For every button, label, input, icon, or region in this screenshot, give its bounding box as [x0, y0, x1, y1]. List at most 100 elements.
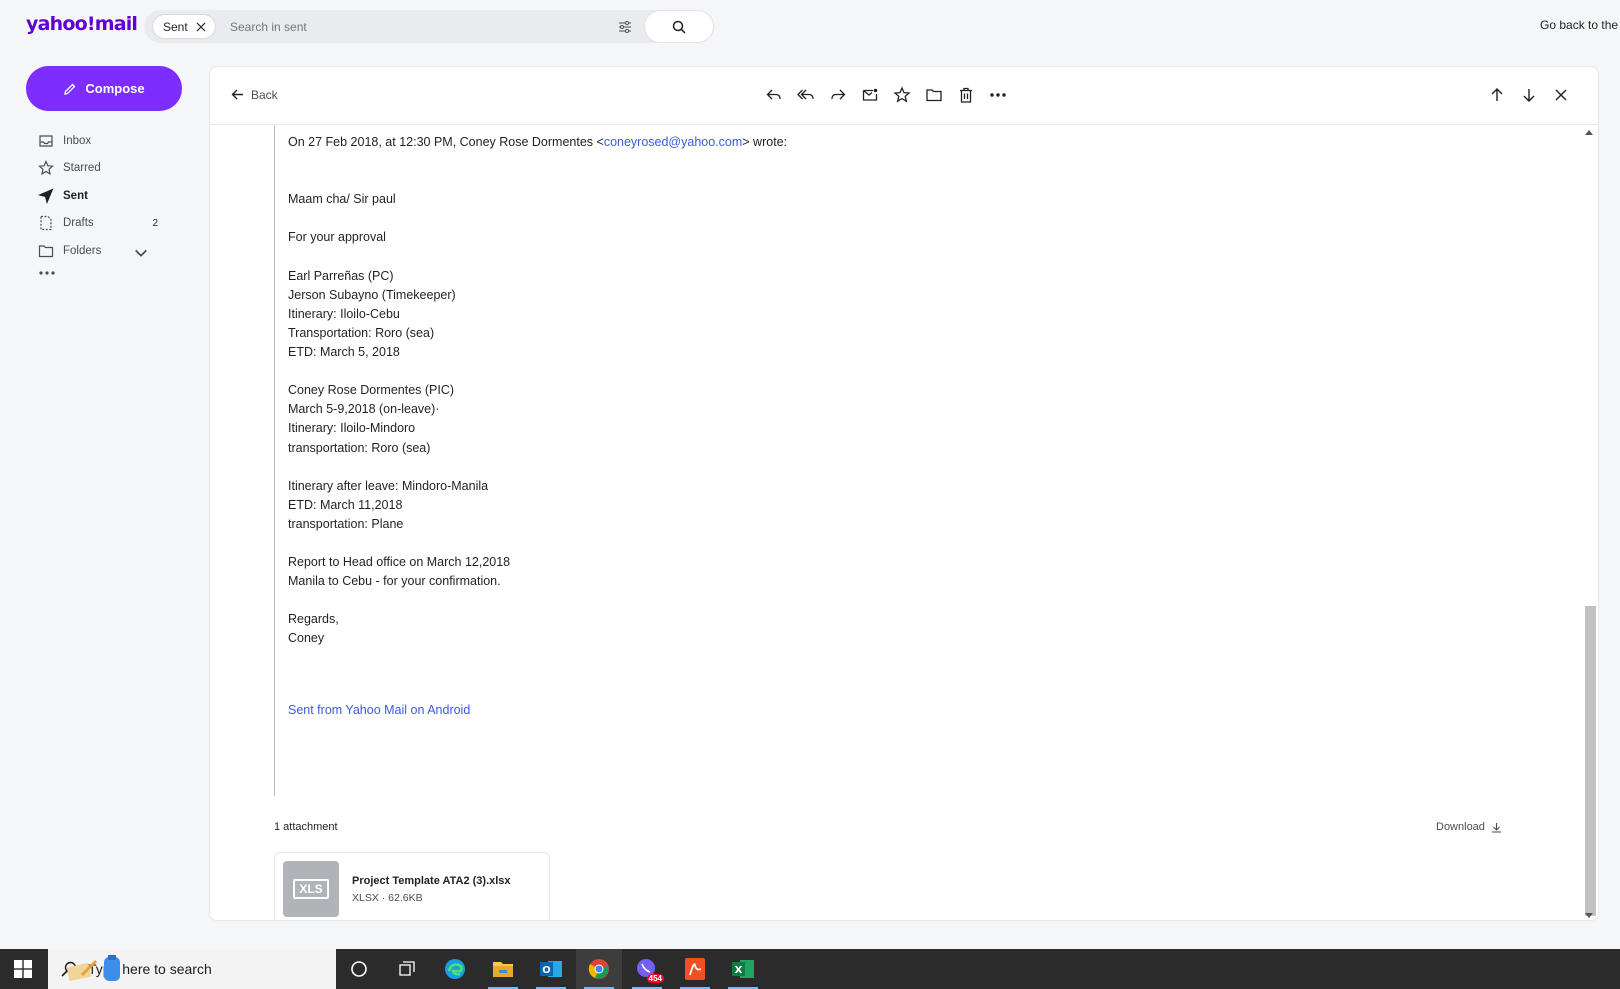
sidebar-item-sent[interactable]: Sent: [38, 182, 168, 210]
sidebar-item-folders[interactable]: Folders: [38, 237, 168, 265]
close-icon[interactable]: [1552, 86, 1570, 104]
outlook-icon[interactable]: O: [528, 949, 574, 989]
thumb-label: XLS: [293, 879, 329, 899]
forward-icon[interactable]: [829, 86, 847, 104]
attachment-meta: XLSX · 62.6KB: [352, 892, 423, 904]
message-toolbar: Back: [210, 67, 1598, 125]
more-dots-icon[interactable]: [38, 268, 56, 278]
svg-text:O: O: [542, 965, 551, 976]
pencil-icon: [64, 83, 76, 95]
folder-icon: [38, 245, 54, 257]
sidebar-item-label: Starred: [63, 162, 101, 175]
top-bar: yahoo!mail Sent Search in sent Go back t…: [0, 0, 1620, 52]
arrow-left-icon: [231, 89, 243, 100]
download-icon: [1491, 822, 1501, 833]
sidebar-item-label: Drafts: [63, 217, 94, 230]
send-icon: [38, 188, 54, 204]
close-icon[interactable]: [196, 22, 206, 32]
file-explorer-icon[interactable]: [480, 949, 526, 989]
chip-label: Sent: [163, 19, 188, 34]
download-button[interactable]: Download: [1436, 821, 1502, 833]
scrollbar-thumb[interactable]: [1585, 606, 1596, 916]
cortana-icon[interactable]: [336, 949, 382, 989]
body-line: Manila to Cebu - for your confirmation.: [288, 574, 501, 589]
go-back-link[interactable]: Go back to the o: [1540, 18, 1620, 32]
body-line: Itinerary: Iloilo-Mindoro: [288, 421, 416, 436]
more-options-icon[interactable]: [989, 86, 1007, 104]
signature-link[interactable]: Sent from Yahoo Mail on Android: [288, 701, 787, 720]
search-icon: [672, 20, 686, 34]
back-button[interactable]: Back: [230, 87, 278, 102]
sidebar-nav: Inbox Starred Sent Drafts 2 Folders: [38, 127, 168, 265]
scroll-down-arrow[interactable]: [1585, 913, 1593, 918]
attachment-card[interactable]: XLS Project Template ATA2 (3).xlsx XLSX …: [274, 852, 550, 920]
search-highlight-illustration-icon: [66, 955, 120, 982]
move-folder-icon[interactable]: [925, 86, 943, 104]
search-input[interactable]: Search in sent: [230, 20, 307, 34]
search-box[interactable]: Sent Search in sent: [144, 10, 714, 43]
back-label: Back: [251, 87, 278, 102]
body-line: Jerson Subayno (Timekeeper): [288, 287, 456, 302]
sidebar-item-drafts[interactable]: Drafts 2: [38, 210, 168, 238]
scroll-up-arrow[interactable]: [1585, 130, 1593, 135]
sidebar-item-label: Inbox: [63, 134, 92, 147]
viber-icon[interactable]: 454: [624, 949, 670, 989]
body-line: Regards,: [288, 612, 339, 627]
taskbar-search[interactable]: Type here to search: [48, 949, 336, 989]
sidebar-item-label: Folders: [63, 244, 102, 257]
body-line: March 5-9,2018 (on-leave)·: [288, 402, 440, 417]
excel-icon[interactable]: X: [720, 949, 766, 989]
reply-all-icon[interactable]: [797, 86, 815, 104]
message-nav-icons: [1488, 86, 1570, 104]
message-panel: Back On 27 Feb 2018, at 12:30 PM, Coney …: [209, 66, 1599, 921]
filter-icon[interactable]: [618, 20, 632, 34]
arrow-up-icon[interactable]: [1488, 86, 1506, 104]
star-icon[interactable]: [893, 86, 911, 104]
sidebar-item-label: Sent: [63, 189, 88, 202]
sidebar-item-starred[interactable]: Starred: [38, 155, 168, 183]
yahoo-mail-logo[interactable]: yahoo!mail: [26, 13, 138, 35]
drafts-icon: [40, 216, 52, 231]
windows-start-icon[interactable]: [14, 960, 32, 978]
mark-unread-icon[interactable]: [861, 86, 879, 104]
task-view-icon[interactable]: [384, 949, 430, 989]
star-icon: [38, 160, 54, 176]
sender-email-link[interactable]: coneyrosed@yahoo.com: [604, 135, 742, 149]
compose-label: Compose: [85, 81, 145, 96]
pdf-reader-icon[interactable]: [672, 949, 718, 989]
sent-filter-chip[interactable]: Sent: [152, 14, 216, 39]
compose-button[interactable]: Compose: [26, 66, 182, 111]
edge-browser-icon[interactable]: [432, 949, 478, 989]
drafts-count: 2: [152, 217, 158, 229]
search-button[interactable]: [644, 10, 714, 43]
quote-header-prefix: On 27 Feb 2018, at 12:30 PM, Coney Rose …: [288, 135, 604, 149]
xls-file-icon: XLS: [283, 861, 339, 917]
action-icons: [765, 86, 1007, 104]
chevron-down-icon[interactable]: [133, 245, 149, 261]
chrome-icon[interactable]: [576, 949, 622, 989]
body-line: Earl Parreñas (PC): [288, 268, 394, 283]
body-line: ETD: March 5, 2018: [288, 345, 400, 360]
attachment-count: 1 attachment: [274, 821, 338, 833]
body-line: transportation: Plane: [288, 516, 404, 531]
message-body: On 27 Feb 2018, at 12:30 PM, Coney Rose …: [210, 126, 1583, 920]
download-label: Download: [1436, 821, 1485, 833]
scrollbar[interactable]: [1581, 126, 1598, 920]
body-line: ETD: March 11,2018: [288, 497, 403, 512]
quote-header-suffix: > wrote:: [742, 135, 788, 149]
arrow-down-icon[interactable]: [1520, 86, 1538, 104]
viber-badge: 454: [646, 974, 664, 983]
trash-icon[interactable]: [957, 86, 975, 104]
reply-icon[interactable]: [765, 86, 783, 104]
body-line: Maam cha/ Sir paul: [288, 192, 396, 207]
attachment-name: Project Template ATA2 (3).xlsx: [352, 875, 511, 887]
body-line: Report to Head office on March 12,2018: [288, 555, 511, 570]
body-line: Coney Rose Dormentes (PIC): [288, 383, 455, 398]
body-line: Transportation: Roro (sea): [288, 325, 435, 340]
sidebar-item-inbox[interactable]: Inbox: [38, 127, 168, 155]
svg-text:X: X: [735, 965, 743, 976]
inbox-icon: [39, 135, 53, 147]
quoted-message: On 27 Feb 2018, at 12:30 PM, Coney Rose …: [274, 126, 787, 796]
body-line: For your approval: [288, 230, 386, 245]
body-line: Itinerary after leave: Mindoro-Manila: [288, 478, 489, 493]
